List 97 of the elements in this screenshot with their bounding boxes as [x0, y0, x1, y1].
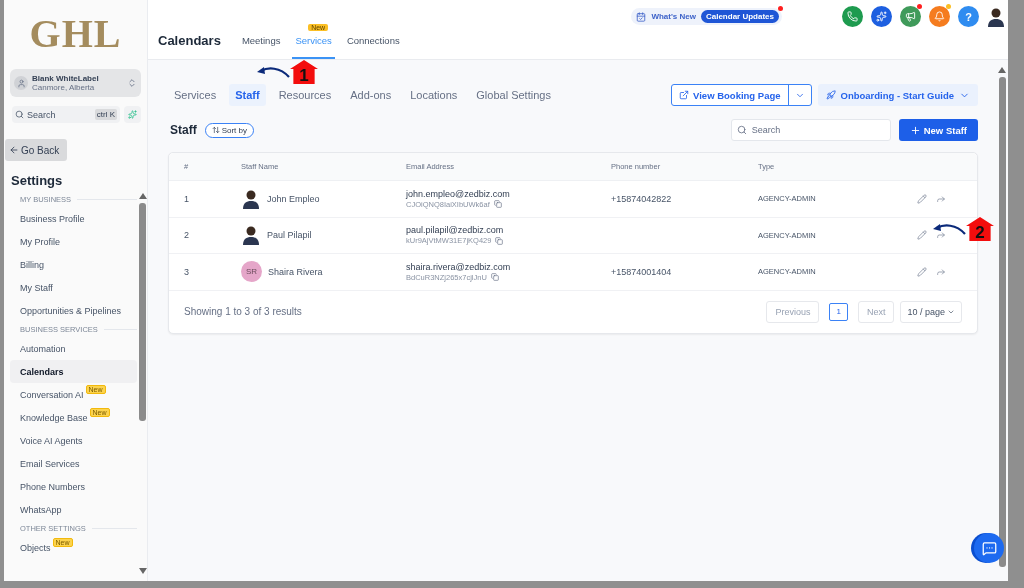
sidebar-item[interactable]: WhatsApp — [10, 498, 137, 521]
account-name: Blank WhiteLabel — [32, 74, 100, 83]
table-cell-text: 3 — [184, 266, 190, 277]
copy-icon[interactable] — [493, 200, 502, 209]
header-action-button[interactable] — [842, 6, 863, 27]
scroll-up-icon — [139, 193, 147, 199]
notification-dot — [778, 6, 783, 11]
sparkle-icon — [876, 11, 887, 22]
copy-icon[interactable] — [490, 273, 499, 282]
scrollbar-thumb[interactable] — [139, 203, 146, 421]
logo: GHL — [28, 10, 123, 58]
search-icon — [15, 110, 24, 119]
section-title: Staff — [170, 123, 197, 137]
email-address: paul.pilapil@zedbiz.com — [406, 225, 505, 236]
phone-number: +15874042822 — [611, 193, 673, 204]
step-marker: 1 — [290, 60, 318, 84]
sub-tab[interactable]: Staff — [229, 84, 266, 106]
staff-name: Paul Pilapil — [267, 230, 312, 241]
email-address: john.empleo@zedbiz.com — [406, 188, 511, 199]
nav-tab[interactable]: Connections — [343, 35, 403, 59]
bell-icon — [934, 11, 945, 22]
page-title: Calendars — [158, 33, 221, 50]
sub-tab[interactable]: Resources — [272, 84, 338, 106]
header-action-button[interactable] — [871, 6, 892, 27]
updates-tag: Calendar Updates — [700, 10, 779, 23]
staff-name: Shaira Rivera — [268, 266, 323, 277]
sort-icon — [211, 126, 220, 134]
initials-avatar: SR — [241, 261, 262, 283]
sort-button[interactable]: Sort by — [204, 122, 254, 138]
user-icon — [16, 78, 26, 88]
header-action-button[interactable] — [900, 6, 921, 27]
user-avatar — [988, 6, 1004, 27]
shortcut-key: ctrl K — [94, 109, 117, 120]
search-field[interactable]: Search — [730, 119, 891, 141]
search-icon — [736, 125, 747, 135]
table-cell-text: 2 — [184, 230, 190, 241]
arrow-left-icon — [9, 145, 19, 155]
sidebar-item[interactable]: Billing — [10, 253, 137, 276]
table-cell-text: 1 — [184, 193, 190, 204]
plus-icon — [909, 124, 921, 136]
edit-icon[interactable] — [917, 266, 927, 277]
megaphone-icon — [905, 11, 916, 22]
external-link-icon — [679, 90, 690, 100]
staff-name: John Empleo — [267, 193, 320, 204]
scroll-down-icon — [139, 568, 147, 574]
sidebar-item[interactable]: Phone Numbers — [10, 475, 137, 498]
help-icon: ? — [965, 10, 972, 23]
back-button[interactable]: Go Back — [5, 139, 67, 161]
ai-button[interactable] — [124, 106, 141, 123]
page-size-select[interactable]: 10 / page — [900, 300, 962, 323]
edit-icon[interactable] — [917, 193, 927, 204]
forward-icon[interactable] — [936, 193, 946, 204]
sidebar-item[interactable]: Opportunities & Pipelines — [10, 299, 137, 322]
sparkle-icon — [128, 110, 137, 119]
new-staff-button[interactable]: New Staff — [898, 119, 978, 141]
sub-tab[interactable]: Global Settings — [470, 84, 557, 106]
phone-number: +15874001404 — [611, 266, 673, 277]
sidebar-item[interactable]: Automation — [10, 337, 137, 360]
help-chat-button[interactable] — [974, 533, 1004, 563]
sidebar-item[interactable]: Voice AI Agents — [10, 429, 137, 452]
copy-icon[interactable] — [495, 236, 504, 245]
notification-dot — [946, 4, 951, 9]
scroll-up-icon — [998, 67, 1006, 73]
notification-dot — [917, 4, 922, 9]
sidebar-item[interactable]: Calendars — [10, 360, 137, 383]
curved-arrow — [932, 222, 966, 236]
guide-button[interactable]: Onboarding - Start Guide — [817, 84, 978, 106]
account-switcher[interactable]: Blank WhiteLabel Canmore, Alberta — [10, 69, 141, 97]
rocket-icon — [825, 90, 836, 100]
page-button[interactable]: 1 — [829, 302, 848, 321]
avatar-icon — [243, 188, 259, 209]
chat-icon — [981, 540, 997, 556]
whats-new-pill[interactable]: What's New Calendar Updates — [631, 8, 782, 25]
sidebar-item[interactable]: Business Profile — [10, 207, 137, 230]
sidebar-item[interactable]: My Profile — [10, 230, 137, 253]
sub-tab[interactable]: Locations — [404, 84, 464, 106]
search-placeholder: Search — [27, 109, 56, 120]
nav-tab[interactable]: Meetings — [238, 35, 284, 59]
forward-icon[interactable] — [936, 230, 946, 241]
results-summary: Showing 1 to 3 of 3 results — [184, 306, 302, 317]
header-action-button[interactable] — [929, 6, 950, 27]
phone-icon — [847, 11, 858, 22]
forward-icon[interactable] — [936, 266, 946, 277]
sidebar-item[interactable]: Email Services — [10, 452, 137, 475]
edit-icon[interactable] — [917, 230, 927, 241]
chevrons-icon — [127, 78, 137, 88]
avatar-icon — [243, 225, 259, 246]
sub-tab[interactable]: Add-ons — [344, 84, 398, 106]
sub-tab[interactable]: Services — [168, 84, 223, 106]
search-field[interactable]: Search ctrl K — [12, 106, 120, 123]
email-address: shaira.rivera@zedbiz.com — [406, 261, 512, 272]
curved-arrow — [256, 65, 290, 79]
sidebar-item[interactable]: My Staff — [10, 276, 137, 299]
scrollbar-thumb[interactable] — [999, 77, 1006, 567]
calendar-icon — [636, 11, 647, 22]
settings-title: Settings — [10, 172, 64, 188]
account-location: Canmore, Alberta — [32, 83, 96, 92]
